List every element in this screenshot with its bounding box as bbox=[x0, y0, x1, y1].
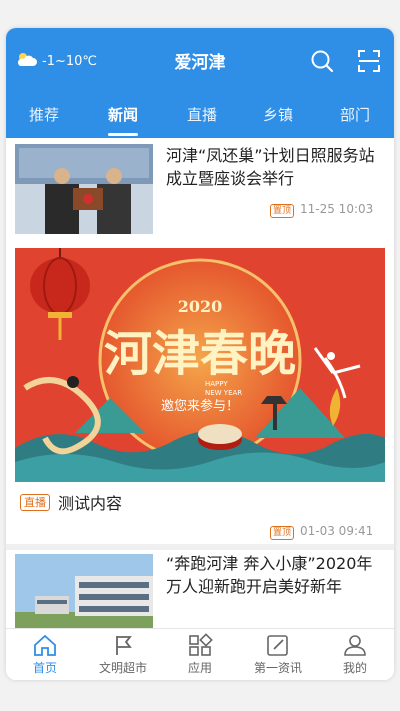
news-feed: 河津“凤还巢”计划日照服务站成立暨座谈会举行 置顶 11-25 10:03 20… bbox=[6, 138, 394, 630]
banner-invite: 邀您来参与！ bbox=[161, 398, 239, 414]
bottom-nav: 首页 文明超市 应用 第一资讯 我的 bbox=[6, 628, 394, 680]
apps-icon bbox=[189, 633, 213, 656]
tab-towns[interactable]: 乡镇 bbox=[248, 104, 308, 125]
banner-sub-en1: HAPPY bbox=[205, 380, 228, 388]
nav-mine[interactable]: 我的 bbox=[316, 629, 394, 680]
tab-departments[interactable]: 部门 bbox=[325, 104, 385, 125]
nav-label: 第一资讯 bbox=[253, 661, 302, 675]
tab-recommend[interactable]: 推荐 bbox=[14, 104, 74, 125]
nav-civic-market[interactable]: 文明超市 bbox=[84, 629, 162, 680]
nav-label: 我的 bbox=[342, 661, 367, 675]
nav-home[interactable]: 首页 bbox=[6, 629, 84, 680]
news-title: 河津“凤还巢”计划日照服务站成立暨座谈会举行 bbox=[166, 146, 375, 188]
scan-icon[interactable] bbox=[356, 48, 382, 74]
pinned-badge: 置顶 bbox=[270, 526, 295, 540]
live-item[interactable]: 直播 测试内容 bbox=[20, 490, 122, 514]
news-title: 测试内容 bbox=[58, 494, 123, 513]
flag-icon bbox=[116, 636, 132, 655]
news-time: 11-25 10:03 bbox=[300, 202, 374, 216]
pinned-badge: 置顶 bbox=[270, 204, 295, 218]
home-icon bbox=[34, 634, 56, 656]
live-badge: 直播 bbox=[20, 493, 50, 511]
edit-icon bbox=[267, 635, 288, 656]
nav-label: 应用 bbox=[187, 661, 212, 675]
search-icon[interactable] bbox=[309, 48, 335, 74]
nav-first-news[interactable]: 第一资讯 bbox=[239, 629, 317, 680]
list-item[interactable]: “奔跑河津 奔入小康”2020年万人迎新跑开启美好新年 bbox=[6, 550, 394, 630]
tab-live[interactable]: 直播 bbox=[172, 104, 232, 125]
list-item[interactable]: 河津“凤还巢”计划日照服务站成立暨座谈会举行 置顶 11-25 10:03 bbox=[6, 138, 394, 236]
spring-gala-banner[interactable]: 2020 河津春晚 HAPPY NEW YEAR 邀您来参与！ bbox=[15, 248, 385, 482]
channel-tabs: 推荐 新闻 直播 乡镇 部门 bbox=[6, 100, 394, 138]
nav-label: 文明超市 bbox=[98, 661, 147, 675]
active-tab-indicator bbox=[108, 133, 138, 136]
banner-year: 2020 bbox=[178, 297, 223, 316]
banner-sub-en2: NEW YEAR bbox=[205, 389, 242, 397]
news-thumbnail bbox=[15, 554, 153, 630]
app-screen: -1~10℃ 爱河津 推荐 新闻 直播 乡镇 部门 河津“凤还巢”计划日照服务站… bbox=[6, 28, 394, 680]
news-title: “奔跑河津 奔入小康”2020年万人迎新跑开启美好新年 bbox=[166, 554, 373, 596]
news-time: 01-03 09:41 bbox=[300, 524, 374, 538]
user-icon bbox=[344, 635, 366, 656]
banner-headline: 河津春晚 bbox=[104, 326, 296, 382]
tab-news[interactable]: 新闻 bbox=[93, 104, 153, 125]
news-thumbnail bbox=[15, 144, 153, 234]
nav-label: 首页 bbox=[32, 661, 57, 675]
app-title: 爱河津 bbox=[174, 53, 226, 73]
top-bar: -1~10℃ 爱河津 推荐 新闻 直播 乡镇 部门 bbox=[6, 28, 394, 138]
nav-apps[interactable]: 应用 bbox=[161, 629, 239, 680]
